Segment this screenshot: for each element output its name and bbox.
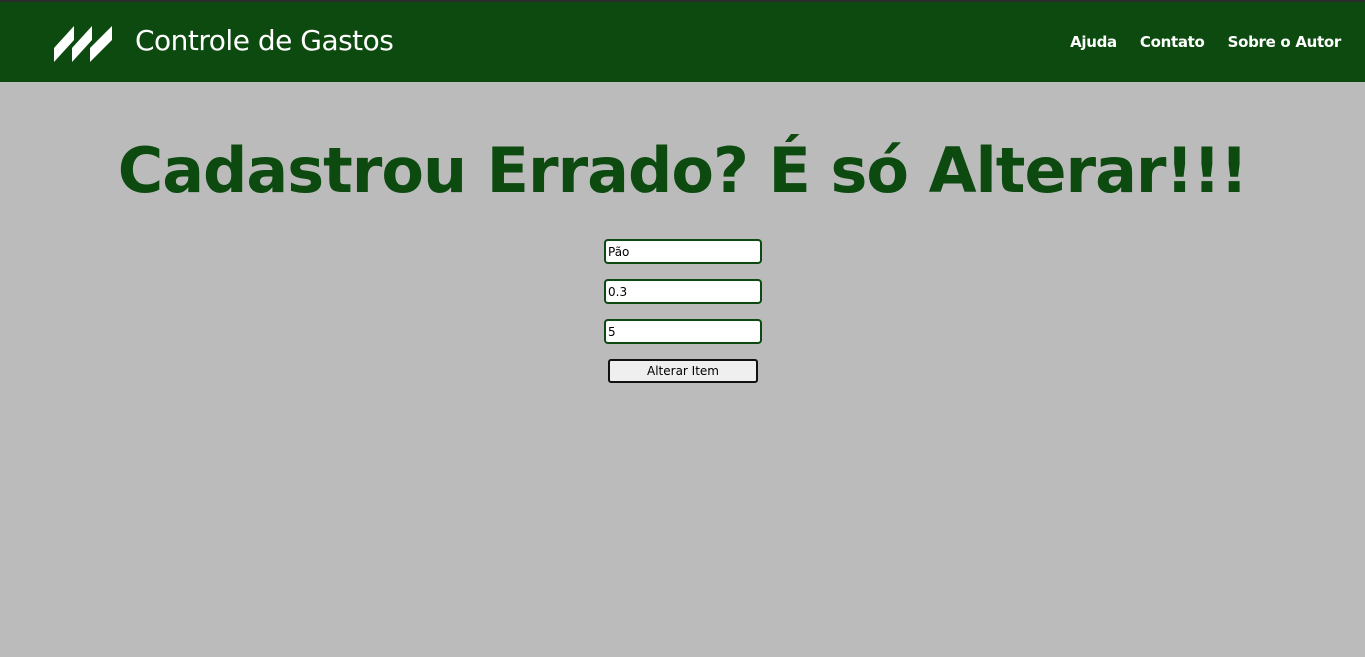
- item-quantity-input[interactable]: [604, 319, 762, 344]
- item-price-input[interactable]: [604, 279, 762, 304]
- nav-link-ajuda[interactable]: Ajuda: [1070, 33, 1117, 51]
- top-navbar: Controle de Gastos Ajuda Contato Sobre o…: [0, 0, 1365, 82]
- item-name-input[interactable]: [604, 239, 762, 264]
- edit-item-form: Alterar Item: [604, 239, 762, 383]
- alterar-item-button[interactable]: Alterar Item: [608, 359, 758, 383]
- nav-link-contato[interactable]: Contato: [1140, 33, 1205, 51]
- logo-icon[interactable]: [54, 24, 116, 62]
- nav-link-sobre-o-autor[interactable]: Sobre o Autor: [1228, 33, 1342, 51]
- page-headline: Cadastrou Errado? É só Alterar!!!: [117, 134, 1249, 207]
- brand-title[interactable]: Controle de Gastos: [135, 24, 394, 57]
- main-nav: Ajuda Contato Sobre o Autor: [1070, 33, 1341, 51]
